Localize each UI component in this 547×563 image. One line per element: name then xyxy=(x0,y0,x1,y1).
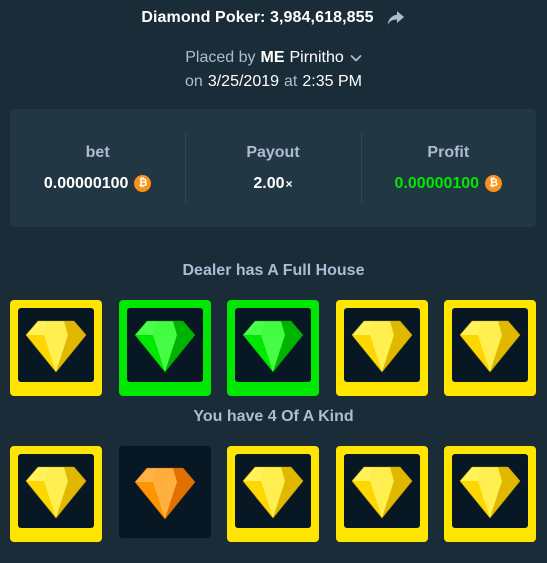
user-tag: ME xyxy=(260,49,285,66)
diamond-gem-icon xyxy=(25,466,87,519)
multiplier-sign: × xyxy=(285,176,293,191)
gem-card xyxy=(227,300,319,396)
bet-stats: bet 0.00000100 ₿ Payout 2.00 × Profit 0.… xyxy=(10,109,536,227)
gem-card-face xyxy=(344,308,420,382)
gem-card xyxy=(10,300,102,396)
gem-card-face xyxy=(452,454,528,528)
dealer-cards xyxy=(10,300,536,396)
bet-label: bet xyxy=(85,143,110,161)
date-prefix: on xyxy=(185,73,203,90)
bet-stat: bet 0.00000100 ₿ xyxy=(10,109,185,227)
profit-amount: 0.00000100 ₿ xyxy=(395,175,503,193)
gem-card xyxy=(336,446,428,542)
share-arrow-icon[interactable] xyxy=(386,9,406,27)
game-title: Diamond Poker: 3,984,618,855 xyxy=(141,9,374,26)
player-hand-title: You have 4 Of A Kind xyxy=(193,408,354,425)
profit-label: Profit xyxy=(427,143,470,161)
gem-card xyxy=(227,446,319,542)
gem-card-face xyxy=(344,454,420,528)
gem-card xyxy=(119,300,211,396)
gem-card-face xyxy=(18,454,94,528)
placed-by-label: Placed by xyxy=(185,49,256,66)
payout-amount: 2.00 × xyxy=(253,175,292,193)
date-row: on 3/25/2019 at 2:35 PM xyxy=(0,71,547,93)
diamond-gem-icon xyxy=(459,466,521,519)
diamond-gem-icon xyxy=(242,320,304,373)
username: Pirnitho xyxy=(289,49,344,66)
diamond-gem-icon xyxy=(134,467,196,520)
bet-value: 0.00000100 xyxy=(43,174,129,192)
profit-value: 0.00000100 xyxy=(394,174,480,192)
gem-card xyxy=(10,446,102,542)
gem-card xyxy=(336,300,428,396)
user-link[interactable]: ME Pirnitho xyxy=(261,49,362,67)
gem-card xyxy=(119,446,211,538)
player-cards xyxy=(10,446,536,542)
dealer-hand-title: Dealer has A Full House xyxy=(182,262,365,279)
at-word: at xyxy=(284,73,298,90)
payout-label: Payout xyxy=(246,143,300,161)
diamond-gem-icon xyxy=(242,466,304,519)
diamond-gem-icon xyxy=(351,466,413,519)
gem-card-face xyxy=(18,308,94,382)
gem-card-face xyxy=(127,308,203,382)
gem-card-face xyxy=(119,446,211,538)
payout-stat: Payout 2.00 × xyxy=(185,109,360,227)
bet-time: 2:35 PM xyxy=(302,73,362,90)
placed-by-row: Placed by ME Pirnitho xyxy=(0,47,547,69)
gem-card xyxy=(444,300,536,396)
bet-amount: 0.00000100 ₿ xyxy=(44,175,152,193)
diamond-gem-icon xyxy=(25,320,87,373)
bet-details-panel: Diamond Poker: 3,984,618,855 Placed by M… xyxy=(0,0,547,563)
gem-card xyxy=(444,446,536,542)
chevron-down-icon xyxy=(350,53,362,63)
title-row: Diamond Poker: 3,984,618,855 xyxy=(0,6,547,30)
gem-card-face xyxy=(235,308,311,382)
bitcoin-icon: ₿ xyxy=(485,175,503,192)
diamond-gem-icon xyxy=(134,320,196,373)
bitcoin-icon: ₿ xyxy=(134,175,152,192)
payout-value: 2.00 xyxy=(253,174,285,192)
diamond-gem-icon xyxy=(351,320,413,373)
bet-date: 3/25/2019 xyxy=(207,73,280,90)
diamond-gem-icon xyxy=(459,320,521,373)
gem-card-face xyxy=(452,308,528,382)
gem-card-face xyxy=(235,454,311,528)
profit-stat: Profit 0.00000100 ₿ xyxy=(360,109,536,227)
